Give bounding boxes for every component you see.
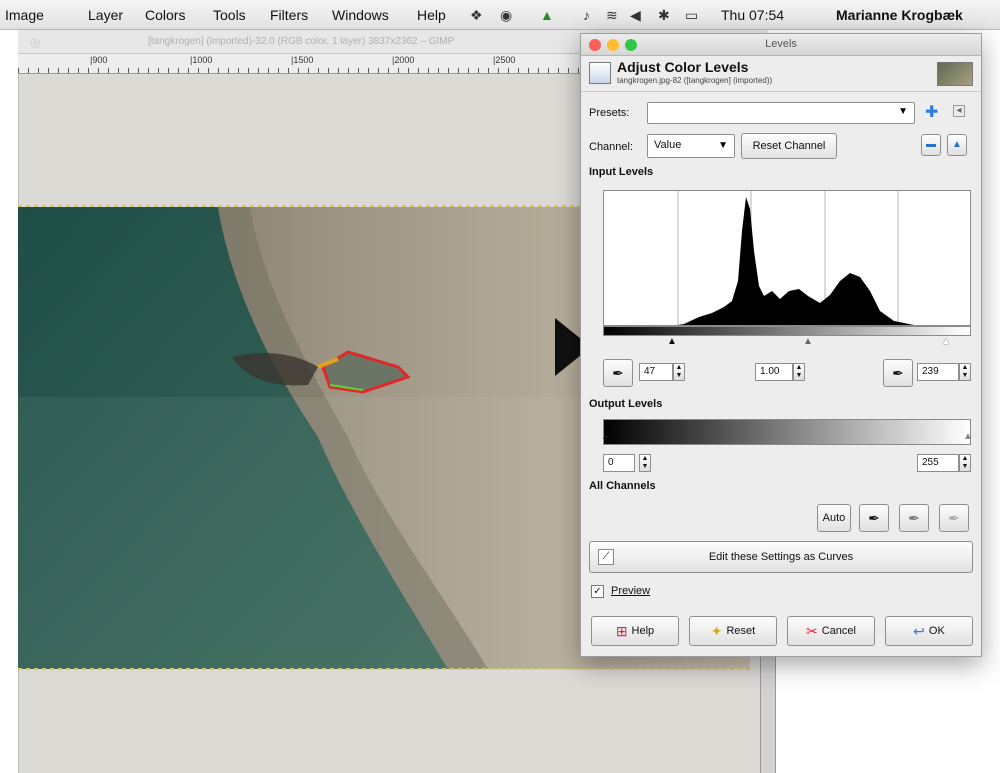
- menubar-clock[interactable]: Thu 07:54: [721, 7, 784, 23]
- input-high-stepper[interactable]: ▲ ▼: [959, 363, 971, 381]
- layer-boundary: [18, 668, 750, 670]
- dropbox-icon[interactable]: ❖: [470, 7, 483, 24]
- ruler-label: |900: [90, 55, 108, 65]
- output-high-slider[interactable]: ▲: [963, 431, 973, 442]
- menu-layer[interactable]: Layer: [88, 7, 123, 23]
- chevron-down-icon: ▼: [718, 140, 728, 151]
- drive-icon[interactable]: ▲: [540, 7, 554, 23]
- wifi-icon[interactable]: ≋: [606, 7, 618, 24]
- menu-tools[interactable]: Tools: [213, 7, 246, 23]
- menu-bar: Image Layer Colors Tools Filters Windows…: [0, 0, 1000, 30]
- menu-image[interactable]: Image: [5, 7, 44, 23]
- menu-colors[interactable]: Colors: [145, 7, 185, 23]
- histogram[interactable]: [603, 190, 971, 326]
- channel-value: Value: [654, 139, 682, 151]
- preset-menu-icon[interactable]: ◂: [953, 105, 965, 117]
- pick-black-point-icon[interactable]: ✒: [603, 359, 633, 387]
- pick-black-eyedropper-icon[interactable]: ✒: [859, 504, 889, 532]
- histogram-plot: [677, 191, 970, 325]
- ruler-label: |1500: [291, 55, 314, 65]
- add-preset-icon[interactable]: ✚: [925, 102, 938, 122]
- levels-dialog: Levels Adjust Color Levels tangkrogen.jp…: [580, 33, 982, 657]
- output-high-stepper[interactable]: ▲ ▼: [959, 454, 971, 472]
- pick-gray-eyedropper-icon[interactable]: ✒: [899, 504, 929, 532]
- linear-histogram-icon[interactable]: ▬: [921, 134, 941, 156]
- reset-channel-button[interactable]: Reset Channel: [741, 133, 837, 159]
- reset-label: Reset: [726, 625, 756, 637]
- dialog-heading: Adjust Color Levels: [617, 59, 749, 75]
- log-histogram-icon[interactable]: ▲: [947, 134, 967, 156]
- reset-icon: ✦: [710, 622, 723, 639]
- cancel-label: Cancel: [821, 625, 856, 637]
- input-high-field[interactable]: 239: [917, 363, 959, 381]
- gamma-slider[interactable]: ▲: [803, 336, 813, 347]
- help-button[interactable]: ⊞ Help: [591, 616, 679, 646]
- image-thumbnail: [937, 62, 973, 86]
- ruler-label: |2500: [493, 55, 516, 65]
- input-gradient-bar: [603, 326, 971, 336]
- channel-label: Channel:: [589, 141, 634, 153]
- dialog-subheading: tangkrogen.jpg-82 ([tangkrogen] (importe…: [617, 76, 773, 85]
- volume-icon[interactable]: ◀: [630, 7, 641, 24]
- pick-white-eyedropper-icon[interactable]: ✒: [939, 504, 969, 532]
- output-low-slider[interactable]: ▲: [601, 431, 611, 442]
- preview-label[interactable]: Preview: [611, 585, 650, 597]
- gamma-field[interactable]: 1.00: [755, 363, 793, 381]
- ok-label: OK: [928, 625, 945, 637]
- ok-button[interactable]: ↩ OK: [885, 616, 973, 646]
- input-levels-label: Input Levels: [589, 166, 654, 178]
- dialog-title: Levels: [765, 38, 797, 50]
- white-point-slider[interactable]: ▲: [941, 336, 951, 347]
- channel-combo[interactable]: Value ▼: [647, 134, 735, 158]
- menu-help[interactable]: Help: [417, 7, 446, 23]
- preview-checkbox[interactable]: ✓: [591, 585, 604, 598]
- cancel-button[interactable]: ✂ Cancel: [787, 616, 875, 646]
- pick-white-point-icon[interactable]: ✒: [883, 359, 913, 387]
- bell-icon[interactable]: ♪: [583, 7, 590, 23]
- curves-icon: ⟋: [598, 549, 614, 565]
- cancel-icon: ✂: [806, 622, 818, 639]
- presets-label: Presets:: [589, 107, 630, 119]
- chevron-down-icon: ▼: [898, 106, 908, 117]
- auto-button[interactable]: Auto: [817, 504, 851, 532]
- output-high-field[interactable]: 255: [917, 454, 959, 472]
- output-low-field[interactable]: 0: [603, 454, 635, 472]
- output-gradient-bar: [603, 419, 971, 445]
- window-close-icon[interactable]: ◎: [30, 30, 40, 54]
- input-low-stepper[interactable]: ▲ ▼: [673, 363, 685, 381]
- edit-as-curves-label: Edit these Settings as Curves: [708, 551, 854, 563]
- edit-as-curves-button[interactable]: ⟋ Edit these Settings as Curves: [589, 541, 973, 573]
- output-low-stepper[interactable]: ▲ ▼: [639, 454, 651, 472]
- ok-icon: ↩: [913, 622, 925, 639]
- all-channels-label: All Channels: [589, 480, 656, 492]
- menu-filters[interactable]: Filters: [270, 7, 308, 23]
- presets-combo[interactable]: ▼: [647, 102, 915, 124]
- reset-button[interactable]: ✦ Reset: [689, 616, 777, 646]
- menubar-user[interactable]: Marianne Krogbæk: [836, 7, 963, 23]
- dialog-header: Adjust Color Levels tangkrogen.jpg-82 ([…: [581, 56, 981, 92]
- help-label: Help: [631, 625, 655, 637]
- bluetooth-icon[interactable]: ✱: [658, 7, 670, 24]
- levels-icon: [589, 62, 611, 84]
- dialog-titlebar: Levels: [581, 34, 981, 56]
- gamma-stepper[interactable]: ▲ ▼: [793, 363, 805, 381]
- eye-icon[interactable]: ◉: [500, 7, 512, 24]
- output-levels-label: Output Levels: [589, 398, 663, 410]
- ruler-label: |1000: [190, 55, 213, 65]
- image-window-title: [tangkrogen] (imported)-32.0 (RGB color,…: [148, 36, 455, 47]
- black-point-slider[interactable]: ▲: [667, 336, 677, 347]
- help-icon: ⊞: [615, 622, 628, 639]
- input-low-field[interactable]: 47: [639, 363, 673, 381]
- ruler-label: |2000: [392, 55, 415, 65]
- menu-windows[interactable]: Windows: [332, 7, 389, 23]
- battery-icon[interactable]: ▭: [685, 7, 698, 24]
